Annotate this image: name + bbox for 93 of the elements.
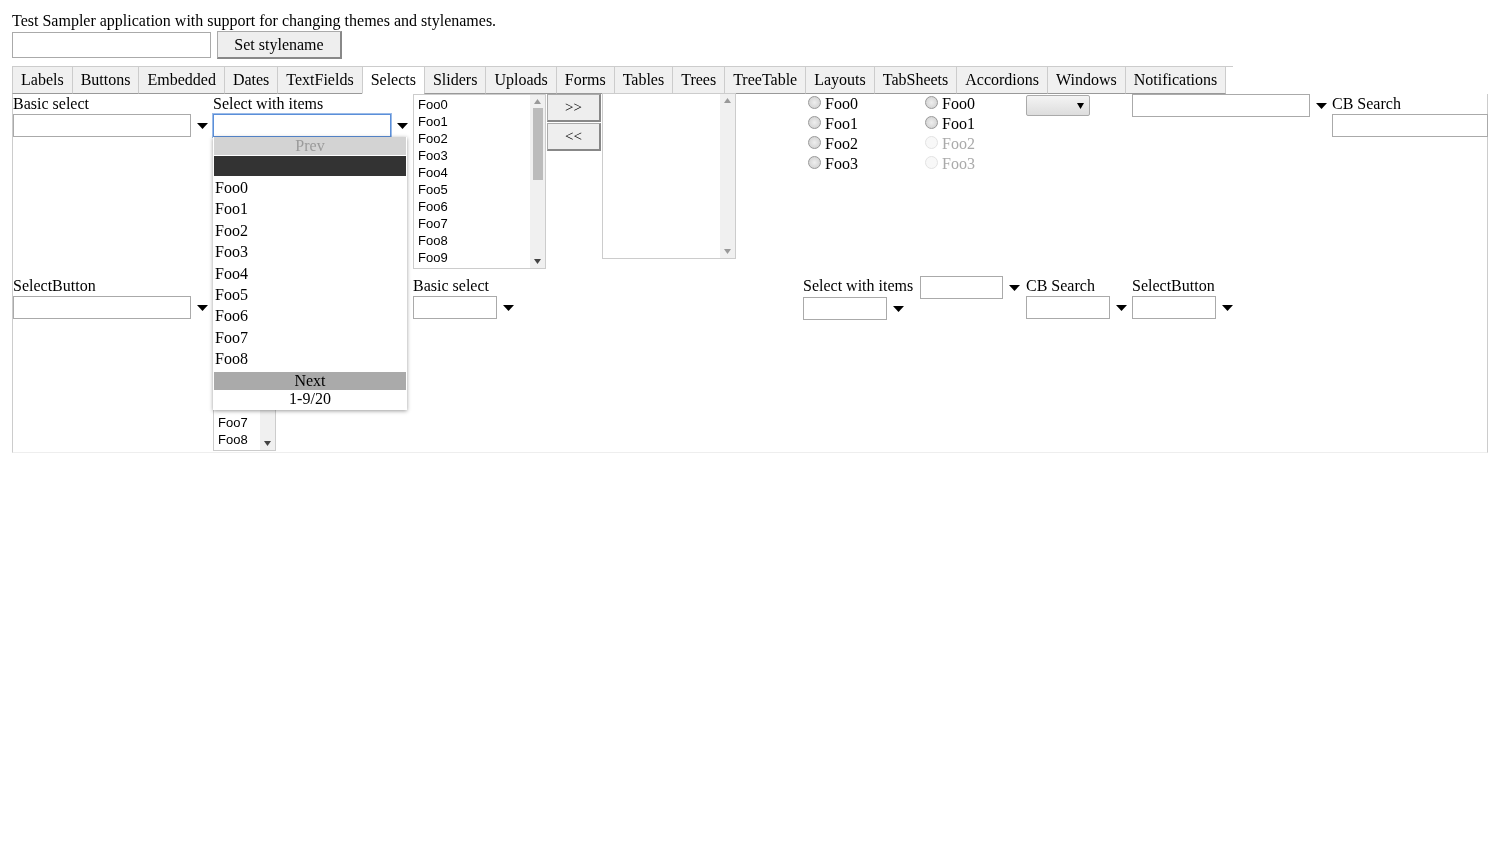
- select-caption: SelectButton: [1132, 276, 1216, 296]
- radio-button[interactable]: [925, 115, 938, 129]
- tab[interactable]: Forms: [555, 67, 614, 94]
- radio-label[interactable]: Foo1: [825, 115, 858, 133]
- tab[interactable]: TabSheets: [873, 67, 957, 94]
- radio-button[interactable]: [808, 135, 821, 149]
- caret-icon[interactable]: [197, 304, 208, 311]
- move-button[interactable]: >>: [547, 94, 601, 122]
- tab[interactable]: TreeTable: [724, 67, 806, 94]
- caret-icon[interactable]: [1222, 304, 1233, 311]
- tab[interactable]: Layouts: [805, 67, 874, 94]
- dropdown-option[interactable]: Foo0: [214, 177, 406, 199]
- combo-box-field[interactable]: [920, 276, 1003, 299]
- scrollbar[interactable]: [530, 95, 545, 268]
- list-option[interactable]: Foo2: [418, 130, 526, 147]
- tab[interactable]: Embedded: [138, 67, 224, 94]
- tab[interactable]: Dates: [223, 67, 278, 94]
- caret-icon[interactable]: [1009, 284, 1020, 291]
- dropdown-option[interactable]: Foo5: [214, 283, 406, 306]
- dropdown-option[interactable]: Foo7: [214, 326, 406, 349]
- tab[interactable]: Buttons: [71, 67, 139, 94]
- list-option[interactable]: Foo7: [418, 215, 526, 232]
- scrollbar[interactable]: [720, 94, 735, 258]
- scroll-thumb[interactable]: [532, 108, 543, 180]
- combo-box-field[interactable]: [1132, 296, 1216, 319]
- caret-icon: [1077, 102, 1084, 109]
- combo-box-field[interactable]: [803, 297, 887, 320]
- list-option[interactable]: Foo8: [418, 232, 526, 249]
- tab[interactable]: Uploads: [485, 67, 556, 94]
- intro-text: Test Sampler application with support for changing themes and stylenames.: [12, 11, 498, 31]
- list-box[interactable]: Foo0 Foo1 Foo2 Foo3 Foo4 Foo5 Foo6 Foo7 Foo8 Foo9: [413, 94, 546, 269]
- dropdown-option[interactable]: Foo4: [214, 262, 406, 284]
- select-caption: CB Search: [1026, 276, 1096, 296]
- combo-box-field[interactable]: [213, 114, 391, 137]
- combo-box-field[interactable]: [1132, 94, 1310, 117]
- caret-icon[interactable]: [893, 305, 904, 312]
- combo-box-field[interactable]: [1026, 296, 1110, 319]
- dropdown[interactable]: [1026, 95, 1090, 116]
- scroll-up-icon[interactable]: [534, 99, 541, 104]
- tab[interactable]: Sliders: [423, 67, 486, 94]
- select-caption: SelectButton: [13, 276, 97, 296]
- caret-icon[interactable]: [1316, 102, 1327, 109]
- list-option[interactable]: Foo7: [218, 414, 256, 431]
- dropdown-option[interactable]: Foo6: [214, 305, 406, 327]
- combo-box-field[interactable]: [13, 296, 191, 319]
- select-caption: Basic select: [13, 94, 90, 114]
- list-option[interactable]: Foo6: [418, 198, 526, 215]
- dropdown-option[interactable]: Foo1: [214, 198, 406, 220]
- list-option[interactable]: Foo9: [418, 249, 526, 266]
- radio-label[interactable]: Foo3: [825, 155, 858, 173]
- dropdown-option[interactable]: Foo2: [214, 219, 406, 242]
- radio-button[interactable]: [808, 155, 821, 169]
- list-option[interactable]: Foo4: [418, 164, 526, 181]
- dropdown-option[interactable]: Foo8: [214, 348, 406, 370]
- radio-button[interactable]: [925, 95, 938, 109]
- caret-icon[interactable]: [397, 122, 408, 129]
- list-option[interactable]: Foo1: [418, 113, 526, 130]
- dropdown-option[interactable]: Foo3: [214, 241, 406, 263]
- tab[interactable]: Trees: [672, 67, 725, 94]
- combo-box-field[interactable]: [13, 114, 191, 137]
- move-button[interactable]: <<: [547, 123, 601, 151]
- tab[interactable]: Notifications: [1124, 67, 1227, 94]
- page-status: 1-9/20: [288, 389, 332, 409]
- stylename-field[interactable]: [12, 32, 211, 58]
- select-caption: Select with items: [213, 94, 325, 114]
- list-option[interactable]: Foo5: [418, 181, 526, 198]
- tab[interactable]: Windows: [1047, 67, 1125, 94]
- list-option[interactable]: Foo8: [218, 431, 256, 448]
- radio-label[interactable]: Foo0: [942, 95, 975, 113]
- select-caption: Select with items: [803, 276, 915, 296]
- list-option[interactable]: Foo3: [418, 147, 526, 164]
- radio-button[interactable]: [808, 115, 821, 129]
- select-caption: CB Search: [1332, 94, 1402, 114]
- scroll-down-icon[interactable]: [534, 259, 541, 264]
- select-caption: Basic select: [413, 276, 490, 296]
- caret-icon[interactable]: [197, 122, 208, 129]
- radio-label[interactable]: Foo0: [825, 95, 858, 113]
- radio-label[interactable]: Foo1: [942, 115, 975, 133]
- set-stylename-button[interactable]: Set stylename: [217, 31, 342, 59]
- scroll-down-icon[interactable]: [264, 441, 271, 446]
- radio-button[interactable]: [808, 95, 821, 109]
- list-option[interactable]: Foo0: [418, 96, 526, 113]
- tab[interactable]: Accordions: [956, 67, 1048, 94]
- caret-icon[interactable]: [503, 304, 514, 311]
- tab[interactable]: TextFields: [277, 67, 362, 94]
- combo-box-field[interactable]: [1332, 114, 1488, 137]
- combo-box-field[interactable]: [413, 296, 497, 319]
- scroll-up-icon[interactable]: [724, 98, 731, 103]
- next-page-button[interactable]: Next: [214, 371, 406, 390]
- radio-label[interactable]: Foo2: [825, 135, 858, 153]
- tab[interactable]: Labels: [12, 67, 72, 94]
- list-box[interactable]: [602, 93, 736, 259]
- caret-icon[interactable]: [1116, 304, 1127, 311]
